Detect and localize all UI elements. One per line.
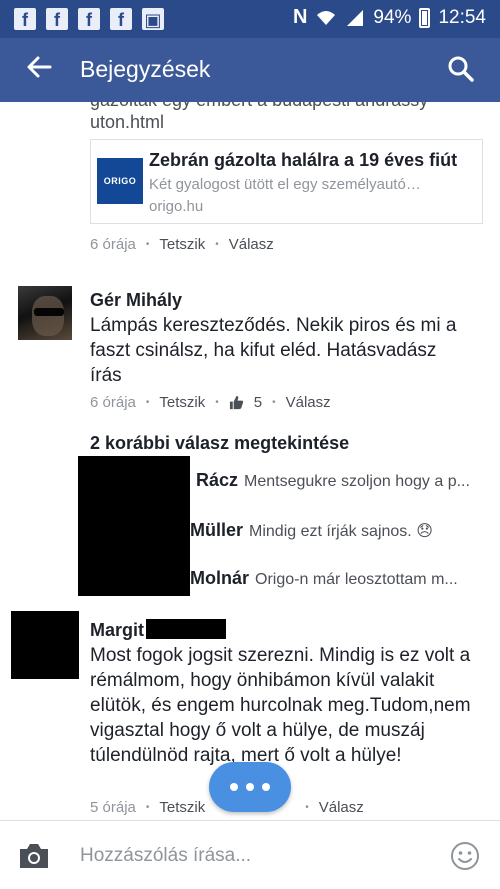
battery-icon: [419, 7, 431, 28]
preview-domain: origo.hu: [149, 198, 204, 215]
like-count: 5: [253, 394, 263, 411]
facebook-notification-icon: f: [14, 8, 36, 30]
reply-text: Origo-n már leosztottam m...: [255, 571, 458, 588]
reply-button[interactable]: Válasz: [319, 799, 364, 816]
status-right: N 94% 12:54: [293, 6, 486, 29]
reply-text: Mentsegukre szoljon hogy a p...: [244, 473, 470, 490]
thumbs-up-icon: [229, 395, 243, 410]
separator-dot: •: [215, 397, 219, 408]
comment-meta: 6 órája • Tetszik • 5 • Válasz: [90, 394, 331, 411]
comment-composer: Hozzászólás írása...: [0, 820, 500, 889]
emoji-icon[interactable]: [450, 841, 480, 871]
separator-dot: •: [145, 239, 150, 250]
comment-time: 5 órája: [90, 799, 136, 816]
more-options-button[interactable]: [209, 762, 291, 812]
comment-author[interactable]: Margit: [90, 620, 144, 641]
clock: 12:54: [438, 6, 486, 28]
like-button[interactable]: Tetszik: [159, 394, 205, 411]
preview-title: Zebrán gázolta halálra a 19 éves fiút: [149, 150, 458, 170]
post-time: 6 órája: [90, 236, 136, 253]
post-meta: 6 órája • Tetszik • Válasz: [90, 236, 274, 253]
wifi-icon: [317, 10, 336, 25]
separator-dot: •: [145, 397, 150, 408]
separator-dot: •: [215, 239, 219, 250]
search-icon[interactable]: [446, 54, 476, 84]
separator-dot: •: [145, 802, 150, 813]
post-text-cut: gázolták egy embert a budapesti andrassy: [90, 102, 428, 112]
signal-icon: [347, 9, 364, 26]
image-notification-icon: ▣: [142, 8, 164, 30]
like-button[interactable]: Tetszik: [159, 799, 205, 816]
redaction-block: [146, 619, 226, 639]
reply-button[interactable]: Válasz: [229, 236, 274, 253]
separator-dot: •: [305, 802, 309, 813]
dot-icon: [230, 783, 238, 791]
reply-author: Molnár: [190, 568, 250, 588]
reply-item[interactable]: Molnár Origo-n már leosztottam m...: [190, 568, 458, 589]
preview-description: Két gyalogost ütött el egy személyautó…: [149, 176, 421, 193]
battery-percent: 94%: [373, 6, 412, 28]
separator-dot: •: [272, 397, 276, 408]
reply-author: Müller: [190, 520, 244, 540]
reply-button[interactable]: Válasz: [286, 394, 331, 411]
redaction-block: [78, 456, 190, 596]
like-button[interactable]: Tetszik: [159, 236, 205, 253]
nfc-icon: N: [292, 6, 308, 28]
view-previous-replies-link[interactable]: 2 korábbi válasz megtekintése: [90, 433, 349, 454]
reply-text: Mindig ezt írják sajnos. 😞: [249, 523, 433, 540]
post-link[interactable]: uton.html: [90, 112, 164, 133]
reply-author: Rácz: [196, 470, 239, 490]
facebook-notification-icon: f: [78, 8, 100, 30]
avatar[interactable]: [11, 611, 79, 679]
page-title: Bejegyzések: [80, 56, 211, 82]
app-bar: Bejegyzések: [0, 38, 500, 102]
comment-body: Most fogok jogsit szerezni. Mindig is ez…: [90, 645, 471, 766]
reply-item[interactable]: Rácz Mentsegukre szoljon hogy a p...: [196, 470, 470, 491]
comment-author[interactable]: Gér Mihály: [90, 290, 182, 311]
facebook-notification-icon: f: [46, 8, 68, 30]
dot-icon: [262, 783, 270, 791]
notification-icons: f f f f ▣: [14, 8, 164, 30]
reply-item[interactable]: Müller Mindig ezt írják sajnos. 😞: [190, 520, 433, 541]
avatar[interactable]: [18, 286, 72, 340]
comment-input[interactable]: Hozzászólás írása...: [80, 845, 251, 867]
origo-logo: ORIGO: [97, 158, 143, 204]
link-preview-card[interactable]: ORIGO Zebrán gázolta halálra a 19 éves f…: [90, 139, 483, 224]
comment-time: 6 órája: [90, 394, 136, 411]
dot-icon: [246, 783, 254, 791]
back-arrow-icon[interactable]: [24, 52, 54, 82]
comment-body: Lámpás kereszteződés. Nekik piros és mi …: [90, 315, 457, 386]
status-bar: f f f f ▣ N 94% 12:54: [0, 0, 500, 38]
facebook-notification-icon: f: [110, 8, 132, 30]
comments-feed[interactable]: gázolták egy embert a budapesti andrassy…: [0, 102, 500, 819]
camera-icon[interactable]: [18, 842, 50, 870]
